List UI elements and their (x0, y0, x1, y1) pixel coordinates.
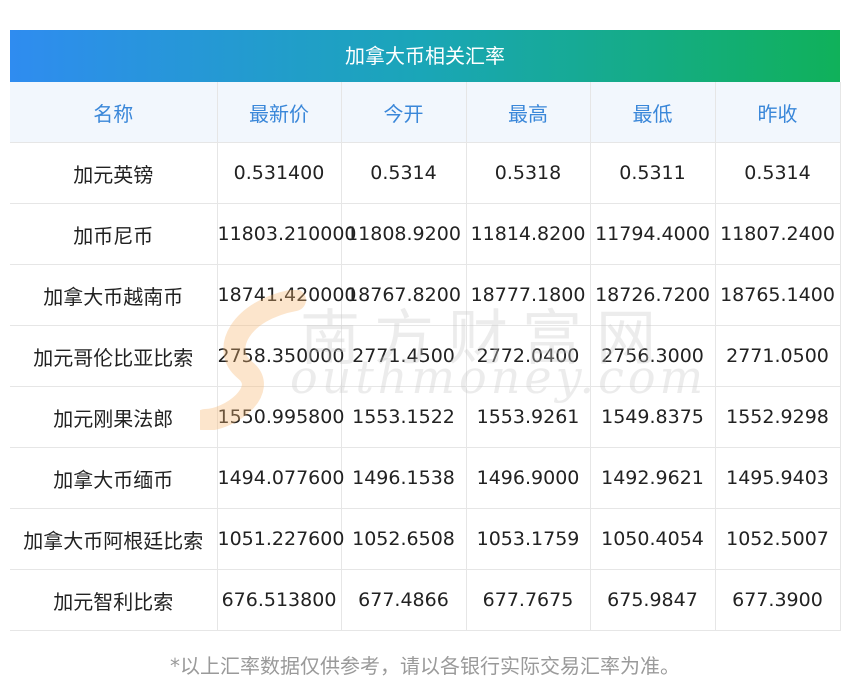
table-row: 加拿大币阿根廷比索 1051.227600 1052.6508 1053.175… (10, 508, 841, 570)
open-price: 11808.9200 (341, 203, 467, 265)
currency-pair-name: 加拿大币越南币 (10, 264, 218, 326)
open-price: 677.4866 (341, 569, 467, 631)
open-price: 1553.1522 (341, 386, 467, 448)
open-price: 2771.4500 (341, 325, 467, 387)
prev-close-price: 18765.1400 (715, 264, 841, 326)
low-price: 1549.8375 (590, 386, 716, 448)
rate-table: 名称 最新价 今开 最高 最低 昨收 加元英镑 0.531400 0.5314 … (10, 82, 841, 631)
latest-price: 1494.077600 (217, 447, 344, 509)
latest-price: 11803.210000 (217, 203, 357, 265)
latest-price: 2758.350000 (217, 325, 344, 387)
header-prev-close: 昨收 (715, 82, 841, 143)
high-price: 1053.1759 (466, 508, 591, 570)
open-price: 18767.8200 (341, 264, 467, 326)
table-row: 加元哥伦比亚比索 2758.350000 2771.4500 2772.0400… (10, 325, 841, 387)
header-open: 今开 (341, 82, 467, 143)
low-price: 11794.4000 (590, 203, 716, 265)
low-price: 1492.9621 (590, 447, 716, 509)
prev-close-price: 1495.9403 (715, 447, 841, 509)
header-latest: 最新价 (217, 82, 342, 143)
high-price: 0.5318 (466, 142, 591, 204)
high-price: 11814.8200 (466, 203, 591, 265)
high-price: 677.7675 (466, 569, 591, 631)
table-row: 加元英镑 0.531400 0.5314 0.5318 0.5311 0.531… (10, 142, 841, 204)
table-row: 加拿大币缅币 1494.077600 1496.1538 1496.9000 1… (10, 447, 841, 509)
open-price: 1496.1538 (341, 447, 467, 509)
high-price: 18777.1800 (466, 264, 591, 326)
low-price: 1050.4054 (590, 508, 716, 570)
prev-close-price: 1052.5007 (715, 508, 841, 570)
open-price: 0.5314 (341, 142, 467, 204)
prev-close-price: 11807.2400 (715, 203, 841, 265)
high-price: 1496.9000 (466, 447, 591, 509)
prev-close-price: 0.5314 (715, 142, 841, 204)
header-high: 最高 (466, 82, 591, 143)
currency-pair-name: 加元英镑 (10, 142, 218, 204)
open-price: 1052.6508 (341, 508, 467, 570)
header-low: 最低 (590, 82, 716, 143)
prev-close-price: 1552.9298 (715, 386, 841, 448)
table-row: 加币尼币 11803.210000 11808.9200 11814.8200 … (10, 203, 841, 265)
high-price: 2772.0400 (466, 325, 591, 387)
latest-price: 1550.995800 (217, 386, 344, 448)
low-price: 2756.3000 (590, 325, 716, 387)
latest-price: 676.513800 (217, 569, 342, 631)
header-row: 名称 最新价 今开 最高 最低 昨收 (10, 82, 841, 143)
low-price: 0.5311 (590, 142, 716, 204)
rate-table-container: 加拿大币相关汇率 名称 最新价 今开 最高 最低 昨收 加元英镑 0.53140… (10, 30, 841, 631)
high-price: 1553.9261 (466, 386, 591, 448)
table-row: 加元智利比索 676.513800 677.4866 677.7675 675.… (10, 569, 841, 631)
prev-close-price: 677.3900 (715, 569, 841, 631)
currency-pair-name: 加元智利比索 (10, 569, 218, 631)
low-price: 675.9847 (590, 569, 716, 631)
currency-pair-name: 加元刚果法郎 (10, 386, 218, 448)
header-name: 名称 (10, 82, 218, 143)
currency-pair-name: 加拿大币阿根廷比索 (10, 508, 218, 570)
disclaimer-footnote: *以上汇率数据仅供参考，请以各银行实际交易汇率为准。 (170, 654, 680, 678)
latest-price: 18741.420000 (217, 264, 357, 326)
latest-price: 1051.227600 (217, 508, 344, 570)
table-row: 加元刚果法郎 1550.995800 1553.1522 1553.9261 1… (10, 386, 841, 448)
table-row: 加拿大币越南币 18741.420000 18767.8200 18777.18… (10, 264, 841, 326)
latest-price: 0.531400 (217, 142, 342, 204)
low-price: 18726.7200 (590, 264, 716, 326)
currency-pair-name: 加拿大币缅币 (10, 447, 218, 509)
prev-close-price: 2771.0500 (715, 325, 841, 387)
table-title: 加拿大币相关汇率 (10, 30, 840, 82)
currency-pair-name: 加币尼币 (10, 203, 218, 265)
currency-pair-name: 加元哥伦比亚比索 (10, 325, 218, 387)
